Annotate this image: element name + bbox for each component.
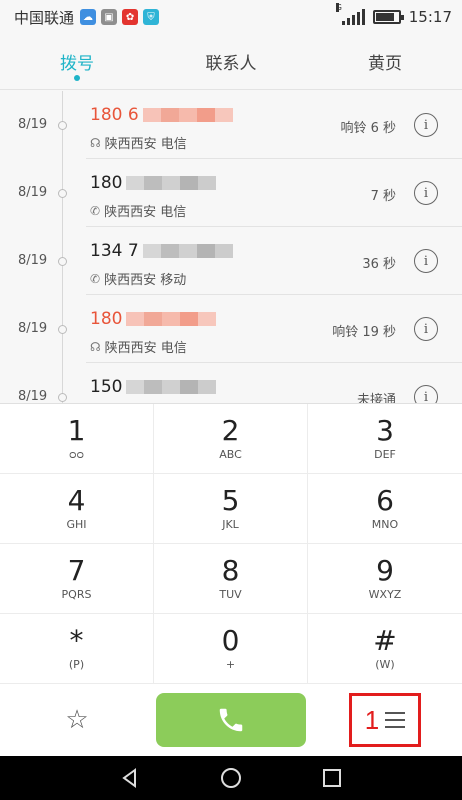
phone-number: 180 6 bbox=[90, 105, 233, 125]
timeline-node bbox=[58, 325, 67, 334]
active-tab-indicator bbox=[74, 75, 80, 81]
phone-number: 134 7 bbox=[90, 241, 233, 261]
voicemail-icon: ᴑᴑ bbox=[68, 448, 85, 461]
key-star[interactable]: * (P) bbox=[0, 614, 154, 684]
call-location: ✆ 陕西西安 移动 bbox=[90, 271, 187, 289]
redacted-digits bbox=[126, 176, 217, 190]
dial-keypad: 1 ᴑᴑ 2 ABC 3 DEF 4 GHI 5 JKL 6 MNO 7 PQRS 8 TUV … bbox=[0, 403, 462, 684]
timeline-node bbox=[58, 257, 67, 266]
call-log-row[interactable]: 8/19 180 ✆ 陕西西安 电信 7 秒 i bbox=[0, 159, 462, 227]
key-2[interactable]: 2 ABC bbox=[154, 404, 308, 474]
dialer-action-bar: ☆ 1 bbox=[0, 684, 462, 756]
key-9[interactable]: 9 WXYZ bbox=[308, 544, 462, 614]
network-type-label: G bbox=[335, 3, 342, 12]
info-icon[interactable]: i bbox=[414, 249, 438, 273]
huawei-app-icon: ✿ bbox=[122, 9, 139, 25]
call-duration: 未接通 bbox=[356, 393, 396, 403]
call-log-list[interactable]: 8/19 180 6 ☊ 陕西西安 电信 响铃 6 秒 i 8/19 180 ✆ 陕… bbox=[0, 91, 462, 403]
security-app-icon: ⛨ bbox=[143, 9, 160, 25]
call-duration: 36 秒 bbox=[362, 257, 396, 272]
call-location: ☊ 陕西西安 电信 bbox=[90, 135, 187, 153]
signal-icon: G bbox=[335, 3, 365, 25]
key-3[interactable]: 3 DEF bbox=[308, 404, 462, 474]
tab-label: 拨号 bbox=[60, 54, 94, 74]
key-8[interactable]: 8 TUV bbox=[154, 544, 308, 614]
key-4[interactable]: 4 GHI bbox=[0, 474, 154, 544]
call-date: 8/19 bbox=[18, 117, 48, 132]
gallery-app-icon: ▣ bbox=[101, 9, 118, 25]
call-date: 8/19 bbox=[18, 321, 48, 336]
home-icon[interactable] bbox=[219, 766, 243, 790]
timeline-node bbox=[58, 121, 67, 130]
tab-contacts[interactable]: 联系人 bbox=[154, 34, 308, 89]
key-6[interactable]: 6 MNO bbox=[308, 474, 462, 544]
menu-button[interactable]: 1 bbox=[349, 693, 421, 747]
phone-number: 180 bbox=[90, 173, 217, 193]
back-icon[interactable] bbox=[119, 767, 141, 789]
call-log-row[interactable]: 8/19 180 ☊ 陕西西安 电信 响铃 19 秒 i bbox=[0, 295, 462, 363]
recent-apps-icon[interactable] bbox=[321, 767, 343, 789]
hamburger-icon bbox=[385, 712, 406, 728]
call-location: ✆ 陕西西安 电信 bbox=[90, 203, 187, 221]
info-icon[interactable]: i bbox=[414, 113, 438, 137]
call-duration: 响铃 6 秒 bbox=[340, 121, 396, 136]
call-date: 8/19 bbox=[18, 253, 48, 268]
call-button[interactable] bbox=[156, 693, 306, 747]
call-log-row[interactable]: 8/19 180 6 ☊ 陕西西安 电信 响铃 6 秒 i bbox=[0, 91, 462, 159]
key-7[interactable]: 7 PQRS bbox=[0, 544, 154, 614]
tab-label: 黄页 bbox=[368, 54, 402, 74]
missed-call-icon: ☊ bbox=[90, 339, 101, 354]
timeline-node bbox=[58, 189, 67, 198]
outgoing-call-icon: ✆ bbox=[90, 203, 101, 218]
info-icon[interactable]: i bbox=[414, 181, 438, 205]
call-log-row[interactable]: 8/19 134 7 ✆ 陕西西安 移动 36 秒 i bbox=[0, 227, 462, 295]
redacted-digits bbox=[142, 244, 233, 258]
phone-number: 180 bbox=[90, 309, 217, 329]
timeline-node bbox=[58, 393, 67, 402]
call-date: 8/19 bbox=[18, 389, 48, 403]
status-bar: 中国联通 ☁ ▣ ✿ ⛨ G 15:17 bbox=[0, 0, 462, 34]
navigation-bar bbox=[0, 756, 462, 800]
battery-icon bbox=[372, 10, 404, 24]
missed-call-icon: ☊ bbox=[90, 135, 101, 150]
tab-dialer[interactable]: 拨号 bbox=[0, 34, 154, 89]
call-location: ☊ 陕西西安 电信 bbox=[90, 339, 187, 357]
key-hash[interactable]: # (W) bbox=[308, 614, 462, 684]
phone-icon bbox=[219, 708, 243, 732]
outgoing-call-icon: ✆ bbox=[90, 271, 101, 286]
info-icon[interactable]: i bbox=[414, 317, 438, 341]
weather-app-icon: ☁ bbox=[80, 9, 97, 25]
star-icon[interactable]: ☆ bbox=[0, 705, 154, 735]
call-log-row[interactable]: 8/19 150 未接通 i bbox=[0, 363, 462, 403]
tab-label: 联系人 bbox=[205, 54, 257, 74]
key-1[interactable]: 1 ᴑᴑ bbox=[0, 404, 154, 474]
call-date: 8/19 bbox=[18, 185, 48, 200]
annotation-number: 1 bbox=[364, 704, 380, 735]
call-duration: 7 秒 bbox=[370, 189, 396, 204]
carrier-name: 中国联通 bbox=[14, 8, 75, 27]
redacted-digits bbox=[126, 312, 217, 326]
redacted-digits bbox=[142, 108, 233, 122]
clock: 15:17 bbox=[408, 8, 452, 26]
phone-number: 150 bbox=[90, 377, 217, 397]
tab-bar: 拨号 联系人 黄页 bbox=[0, 34, 462, 90]
key-5[interactable]: 5 JKL bbox=[154, 474, 308, 544]
call-duration: 响铃 19 秒 bbox=[332, 325, 396, 340]
info-icon[interactable]: i bbox=[414, 385, 438, 403]
redacted-digits bbox=[126, 380, 217, 394]
tab-yellow-pages[interactable]: 黄页 bbox=[308, 34, 462, 89]
key-0[interactable]: 0 + bbox=[154, 614, 308, 684]
